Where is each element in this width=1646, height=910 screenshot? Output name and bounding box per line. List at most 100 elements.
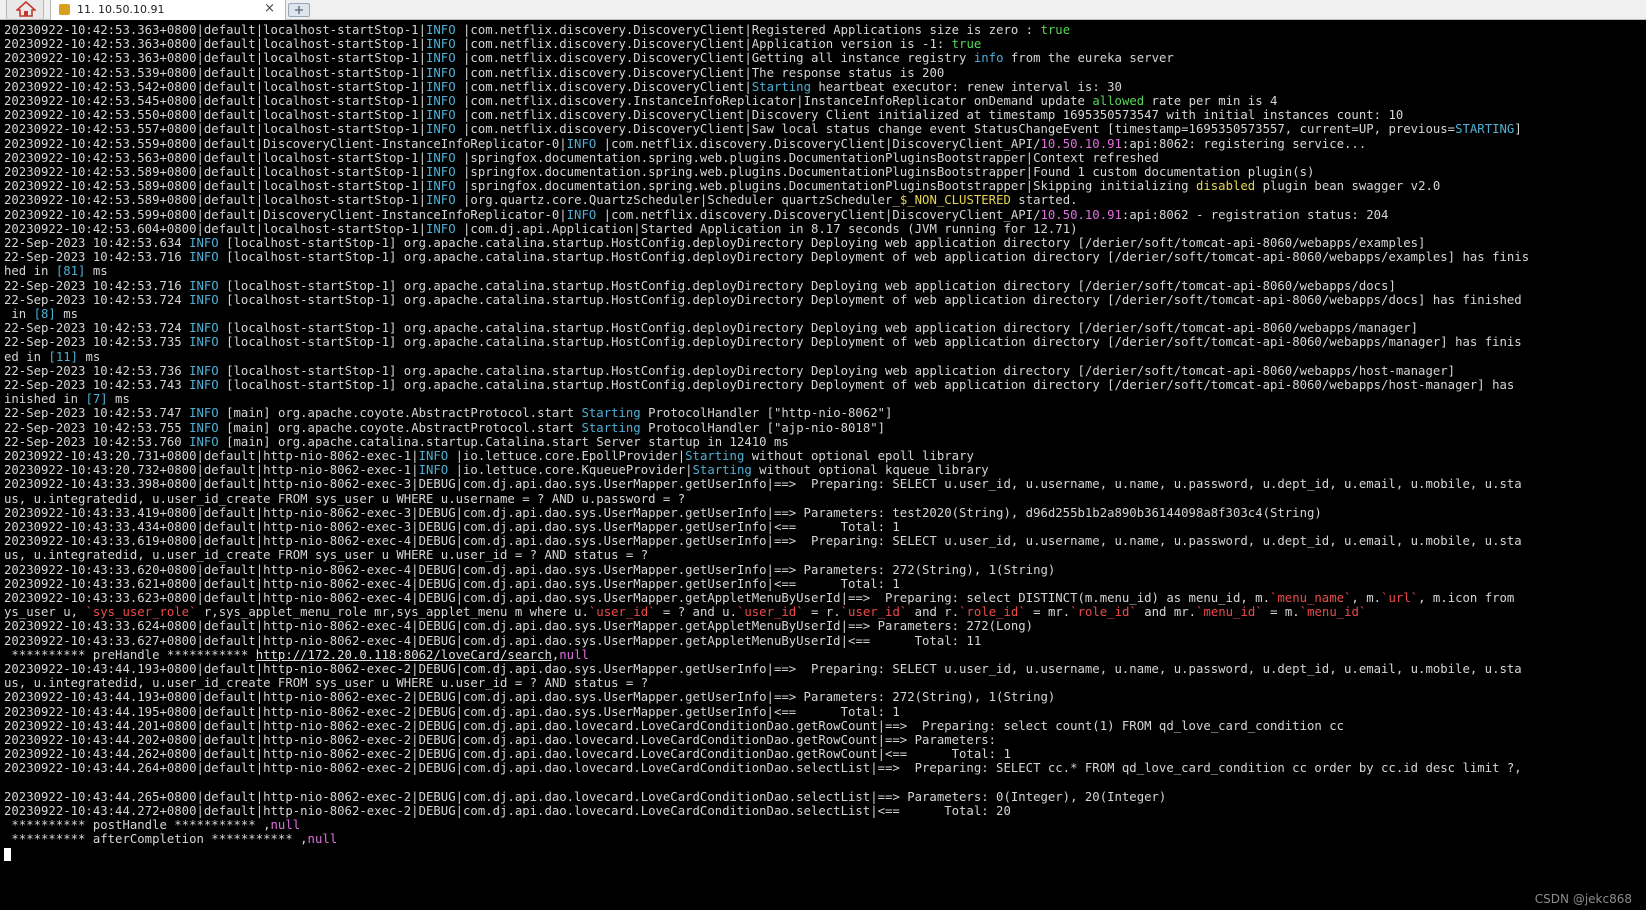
log-text: true — [1040, 23, 1071, 37]
log-line: us, u.integratedid, u.user_id_create FRO… — [4, 548, 648, 562]
log-text: 20230922-10:43:44.202+0800|default|http-… — [4, 733, 1004, 747]
log-line: ********** afterCompletion *********** ,… — [4, 832, 337, 846]
log-text: ys_user u, — [4, 605, 86, 620]
log-line: 20230922-10:43:44.265+0800|default|http-… — [4, 790, 1166, 804]
log-text: `url` — [1381, 591, 1419, 605]
log-line: 22-Sep-2023 10:42:53.716 INFO [localhost… — [4, 279, 1396, 293]
log-text: `user_id` — [736, 605, 804, 620]
log-text: [11] — [48, 349, 79, 364]
log-text: 22-Sep-2023 10:42:53.724 — [4, 321, 190, 336]
log-line: 20230922-10:43:33.621+0800|default|http-… — [4, 577, 900, 591]
log-line: 20230922-10:42:53.542+0800|default|local… — [4, 80, 1122, 94]
log-text: 20230922-10:43:20.732+0800|default|http-… — [4, 463, 419, 478]
log-text: 22-Sep-2023 10:42:53.736 — [4, 363, 190, 378]
log-text: 20230922-10:43:44.201+0800|default|http-… — [4, 718, 1345, 733]
log-text: 20230922-10:43:20.731+0800|default|http-… — [4, 449, 419, 463]
log-line: 20230922-10:42:53.559+0800|default|Disco… — [4, 137, 1366, 151]
log-line: 20230922-10:43:20.732+0800|default|http-… — [4, 463, 989, 477]
log-line: 22-Sep-2023 10:42:53.634 INFO [localhost… — [4, 236, 1425, 250]
log-text: us, u.integratedid, u.user_id_create FRO… — [4, 491, 686, 506]
log-text: INFO — [418, 449, 449, 463]
log-text: started. — [1010, 193, 1078, 208]
text-cursor — [4, 847, 11, 861]
log-text: ms — [78, 349, 101, 364]
session-tab-bar: 11. 10.50.10.91 × — [0, 0, 1646, 20]
log-url-link[interactable]: http://172.20.0.118:8062/loveCard/search — [256, 648, 552, 662]
log-text: 22-Sep-2023 10:42:53.735 — [4, 335, 190, 350]
watermark: CSDN @jekc868 — [1534, 892, 1632, 906]
log-text: 20230922-10:42:53.542+0800|default|local… — [4, 79, 426, 94]
log-text: 22-Sep-2023 10:42:53.634 — [4, 236, 190, 250]
log-line: 22-Sep-2023 10:42:53.716 INFO [localhost… — [4, 250, 1529, 264]
new-tab-button[interactable] — [288, 3, 310, 17]
log-text: ms — [55, 307, 79, 321]
log-text: INFO — [189, 363, 219, 378]
log-text: r,sys_applet_menu_role mr,sys_applet_men… — [196, 605, 589, 620]
log-line: ed in [11] ms — [4, 350, 100, 364]
log-text: INFO — [189, 434, 219, 449]
log-text: |com.netflix.discovery.DiscoveryClient|D… — [455, 108, 1404, 123]
log-text: from the eureka server — [1003, 51, 1174, 66]
log-text: ms — [107, 392, 130, 407]
log-line: 20230922-10:42:53.363+0800|default|local… — [4, 37, 981, 51]
log-text: ms — [85, 264, 108, 279]
log-text: , m.icon from — [1418, 591, 1515, 605]
log-text: [main] org.apache.coyote.AbstractProtoco… — [218, 406, 582, 421]
log-line: 20230922-10:43:33.619+0800|default|http-… — [4, 534, 1522, 548]
log-text: [localhost-startStop-1] org.apache.catal… — [218, 335, 1522, 350]
log-text: = mr. — [1025, 605, 1071, 620]
log-text: INFO — [426, 221, 456, 236]
terminal-output[interactable]: 20230922-10:42:53.363+0800|default|local… — [0, 20, 1646, 910]
log-line: 20230922-10:42:53.557+0800|default|local… — [4, 122, 1522, 136]
log-line: 20230922-10:42:53.604+0800|default|local… — [4, 222, 1078, 236]
log-text: null — [307, 832, 338, 847]
log-text: |com.netflix.discovery.DiscoveryClient|R… — [455, 23, 1041, 37]
log-text: `menu_name` — [1269, 591, 1352, 605]
log-text: rate per min is 4 — [1144, 94, 1278, 108]
log-text: 20230922-10:43:33.619+0800|default|http-… — [4, 534, 1522, 549]
log-text: 20230922-10:42:53.589+0800|default|local… — [4, 193, 426, 208]
home-tab[interactable] — [6, 0, 44, 20]
log-text: INFO — [426, 165, 456, 179]
log-text: INFO — [189, 420, 219, 435]
log-line: 22-Sep-2023 10:42:53.755 INFO [main] org… — [4, 421, 885, 435]
log-text: [localhost-startStop-1] org.apache.catal… — [218, 278, 1396, 293]
log-text: [localhost-startStop-1] org.apache.catal… — [218, 363, 1456, 378]
log-text: |com.netflix.discovery.DiscoveryClient|G… — [455, 51, 974, 66]
log-line: 20230922-10:42:53.363+0800|default|local… — [4, 51, 1174, 65]
log-text: 20230922-10:42:53.539+0800|default|local… — [4, 65, 426, 80]
close-tab-icon[interactable]: × — [264, 1, 275, 16]
log-text: |com.netflix.discovery.DiscoveryClient|S… — [455, 122, 1456, 137]
log-text: Starting — [685, 449, 745, 463]
session-tab[interactable]: 11. 10.50.10.91 × — [50, 0, 286, 20]
log-text: ********** preHandle *********** — [4, 647, 256, 662]
log-text: |com.netflix.discovery.DiscoveryClient|T… — [455, 65, 945, 80]
log-line: 20230922-10:42:53.539+0800|default|local… — [4, 66, 944, 80]
log-text: |com.netflix.discovery.DiscoveryClient| — [455, 79, 752, 94]
log-text: , m. — [1351, 591, 1382, 605]
home-icon — [16, 1, 36, 17]
log-line: 20230922-10:43:33.434+0800|default|http-… — [4, 520, 900, 534]
log-text: 22-Sep-2023 10:42:53.747 — [4, 406, 190, 421]
log-text: 20230922-10:42:53.559+0800|default|Disco… — [4, 136, 567, 151]
log-text: 20230922-10:43:33.398+0800|default|http-… — [4, 477, 1522, 492]
log-text: `role_id` — [1070, 605, 1137, 620]
log-text: INFO — [189, 335, 219, 350]
log-text: |com.netflix.discovery.DiscoveryClient|D… — [596, 136, 1041, 151]
log-text: 20230922-10:43:44.195+0800|default|http-… — [4, 704, 900, 719]
log-text: Starting — [581, 406, 641, 421]
log-text: `user_id` — [588, 605, 656, 620]
log-text: 20230922-10:42:53.363+0800|default|local… — [4, 23, 426, 37]
log-text: ProtocolHandler ["http-nio-8062"] — [640, 406, 893, 421]
log-line: ********** postHandle *********** ,null — [4, 818, 300, 832]
log-line: 22-Sep-2023 10:42:53.743 INFO [localhost… — [4, 378, 1514, 392]
log-text: INFO — [426, 108, 456, 123]
log-text: = ? and u. — [655, 605, 737, 620]
log-text: true — [951, 37, 982, 52]
log-line: 20230922-10:43:33.623+0800|default|http-… — [4, 591, 1514, 605]
log-text: [main] org.apache.catalina.startup.Catal… — [218, 434, 789, 449]
log-text: STARTING — [1455, 122, 1515, 137]
log-text: hed in — [4, 264, 56, 279]
log-text: 20230922-10:42:53.604+0800|default|local… — [4, 221, 426, 236]
log-text: [localhost-startStop-1] org.apache.catal… — [218, 321, 1419, 336]
